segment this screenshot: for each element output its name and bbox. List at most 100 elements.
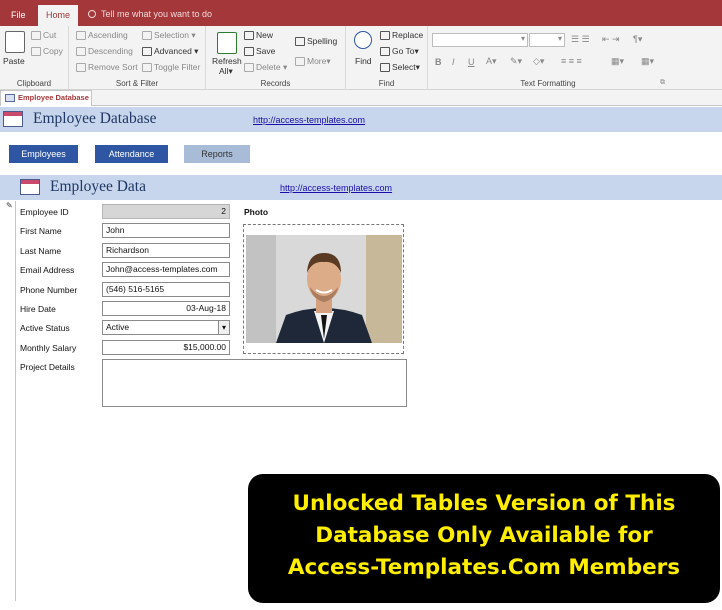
toggle-filter-button[interactable]: Toggle Filter (142, 62, 201, 73)
spelling-button[interactable]: Spelling (295, 36, 338, 47)
first-name-label: First Name (20, 226, 62, 236)
refresh-all-button[interactable]: Refresh (212, 56, 242, 66)
goto-button[interactable]: Go To▾ (380, 46, 419, 57)
email-field[interactable]: John@access-templates.com (102, 262, 230, 277)
highlight-icon[interactable]: ✎▾ (510, 56, 522, 67)
project-details-field[interactable] (102, 359, 407, 407)
first-name-field[interactable]: John (102, 223, 230, 238)
replace-button[interactable]: Replace (380, 30, 424, 41)
employee-photo (246, 235, 402, 343)
delete-button[interactable]: Delete ▾ (244, 62, 287, 73)
last-name-field[interactable]: Richardson (102, 243, 230, 258)
advanced-label: Advanced (154, 46, 192, 56)
fill-color-icon[interactable]: ◇▾ (533, 56, 544, 67)
record-selector[interactable]: ✎ (3, 201, 16, 601)
descending-button[interactable]: Descending (76, 46, 133, 57)
ascending-button[interactable]: Ascending (76, 30, 128, 41)
paragraph-direction-icon[interactable]: ¶▾ (633, 34, 642, 45)
form-header: Employee Database http://access-template… (0, 107, 722, 132)
indent-buttons[interactable]: ⇤ ⇥ (602, 34, 620, 45)
form-icon (3, 111, 23, 127)
document-tab-employee-database[interactable]: Employee Database (0, 90, 92, 106)
paste-icon (5, 31, 25, 53)
promo-line-3: Access-Templates.Com Members (287, 555, 681, 580)
text-formatting-group: ☰ ☰ ⇤ ⇥ ¶▾ B I U A▾ ✎▾ ◇▾ ≡ ≡ ≡ ▦▾ ▦▾ Te… (428, 26, 668, 90)
copy-label: Copy (43, 46, 63, 56)
title-bar: File Home Tell me what you want to do (0, 0, 722, 26)
remove-sort-button[interactable]: Remove Sort (76, 62, 138, 73)
select-cursor-icon (380, 63, 390, 73)
promo-banner-text: Unlocked Tables Version of This Database… (248, 488, 720, 584)
font-name-combo[interactable] (432, 33, 528, 47)
sort-filter-group: Ascending Descending Remove Sort Selecti… (69, 26, 206, 90)
selection-button[interactable]: Selection ▾ (142, 30, 196, 41)
tab-file[interactable]: File (3, 5, 34, 26)
monthly-salary-field[interactable]: $15,000.00 (102, 340, 230, 355)
employees-button[interactable]: Employees (9, 145, 78, 163)
monthly-salary-label: Monthly Salary (20, 343, 77, 353)
filter-icon (142, 31, 152, 41)
select-button[interactable]: Select▾ (380, 62, 420, 73)
document-tab-strip: Employee Database (0, 90, 722, 106)
new-record-icon (244, 31, 254, 41)
tab-home[interactable]: Home (38, 5, 78, 26)
underline-button[interactable]: U (468, 57, 475, 67)
sort-ascending-icon (76, 31, 86, 41)
promo-line-1: Unlocked Tables Version of This (292, 491, 676, 516)
gridlines-icon[interactable]: ▦▾ (641, 56, 654, 67)
spelling-label: Spelling (307, 36, 338, 46)
find-button[interactable]: Find (355, 56, 372, 66)
advanced-filter-icon (142, 47, 152, 57)
align-buttons[interactable]: ≡ ≡ ≡ (561, 56, 582, 66)
promo-line-2: Database Only Available for (315, 523, 653, 548)
goto-arrow-icon (380, 47, 390, 57)
font-size-combo[interactable] (529, 33, 565, 47)
text-formatting-group-label: Text Formatting (520, 79, 576, 88)
cut-label: Cut (43, 30, 57, 40)
document-tab-label: Employee Database (18, 93, 89, 102)
advanced-button[interactable]: Advanced ▾ (142, 46, 198, 57)
cut-button[interactable]: Cut (31, 30, 57, 41)
more-button[interactable]: More▾ (295, 56, 331, 67)
replace-label: Replace (392, 30, 424, 40)
refresh-all-text: All (219, 66, 229, 76)
header-link[interactable]: http://access-templates.com (253, 115, 365, 125)
remove-sort-icon (76, 63, 86, 73)
reports-button[interactable]: Reports (184, 145, 250, 163)
bold-button[interactable]: B (435, 57, 442, 67)
employee-portrait-image (246, 235, 402, 343)
promo-banner: Unlocked Tables Version of This Database… (248, 474, 720, 603)
replace-icon (380, 31, 390, 41)
records-group: Refresh All▾ New Save Delete ▾ Spelling … (206, 26, 346, 90)
font-color-icon[interactable]: A▾ (486, 56, 497, 67)
paste-button[interactable]: Paste (3, 56, 25, 66)
dialog-launcher-icon[interactable]: ⧉ (660, 79, 665, 87)
photo-frame[interactable] (243, 224, 404, 354)
tell-me-search[interactable]: Tell me what you want to do (88, 9, 212, 19)
search-icon (88, 10, 96, 18)
list-buttons[interactable]: ☰ ☰ (571, 34, 590, 45)
copy-button[interactable]: Copy (31, 46, 63, 57)
new-record-button[interactable]: New (244, 30, 273, 41)
select-label: Select (392, 62, 416, 72)
hire-date-field[interactable]: 03-Aug-18 (102, 301, 230, 316)
italic-button[interactable]: I (452, 57, 455, 67)
photo-label: Photo (244, 207, 269, 217)
sort-filter-group-label: Sort & Filter (115, 79, 159, 88)
copy-icon (31, 47, 41, 57)
find-group-label: Find (378, 79, 395, 88)
find-group: Find Replace Go To▾ Select▾ Find (346, 26, 428, 90)
phone-field[interactable]: (546) 516-5165 (102, 282, 230, 297)
alternate-row-color-icon[interactable]: ▦▾ (611, 56, 624, 67)
attendance-button[interactable]: Attendance (95, 145, 168, 163)
toggle-filter-label: Toggle Filter (154, 62, 201, 72)
more-icon (295, 57, 305, 67)
page-title: Employee Database (33, 110, 157, 127)
find-icon (354, 31, 372, 49)
subform-link[interactable]: http://access-templates.com (280, 183, 392, 193)
active-status-select[interactable]: Active (102, 320, 230, 335)
remove-sort-label: Remove Sort (88, 62, 138, 72)
clipboard-group-label: Clipboard (16, 79, 52, 88)
phone-label: Phone Number (20, 285, 78, 295)
save-button[interactable]: Save (244, 46, 275, 57)
